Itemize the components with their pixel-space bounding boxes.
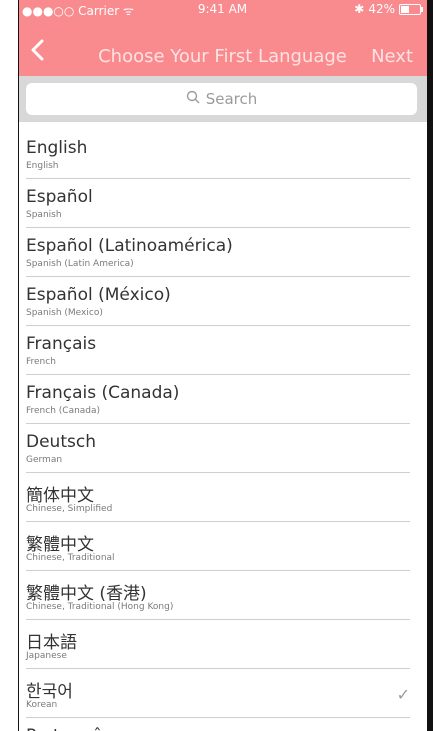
- header: ●●●○○ Carrier ᯤ 9:41 AM ✱ 42% Choose You…: [18, 0, 427, 76]
- language-name: 繁體中文: [26, 535, 94, 555]
- language-english-name: Japanese: [26, 651, 67, 661]
- language-item[interactable]: Español (Latinoamérica) Spanish (Latin Am…: [26, 228, 410, 277]
- language-name: Português: [26, 726, 111, 731]
- language-english-name: Chinese, Traditional: [26, 553, 115, 563]
- language-name: 繁體中文 (香港): [26, 584, 147, 604]
- language-item[interactable]: Español (México) Spanish (Mexico): [26, 277, 410, 326]
- language-name: Español (Latinoamérica): [26, 236, 233, 256]
- left-margin: [0, 0, 18, 731]
- language-english-name: English: [26, 161, 59, 171]
- search-area: Search: [18, 76, 427, 122]
- language-item[interactable]: 한국어 Korean ✓: [26, 669, 410, 718]
- language-english-name: Korean: [26, 700, 58, 710]
- next-button[interactable]: Next: [371, 46, 413, 67]
- language-name: 한국어: [26, 682, 73, 702]
- language-english-name: Spanish: [26, 210, 62, 220]
- language-english-name: Spanish (Mexico): [26, 308, 103, 318]
- battery-area: ✱ 42%: [354, 2, 423, 16]
- language-english-name: Spanish (Latin America): [26, 259, 134, 269]
- language-english-name: Chinese, Simplified: [26, 504, 113, 514]
- language-item[interactable]: 簡体中文 Chinese, Simplified: [26, 473, 410, 522]
- search-placeholder: Search: [205, 90, 258, 108]
- language-item[interactable]: Español Spanish: [26, 179, 410, 228]
- screen: ●●●○○ Carrier ᯤ 9:41 AM ✱ 42% Choose You…: [0, 0, 433, 731]
- language-item[interactable]: English English: [26, 130, 410, 179]
- language-list: English English Español Spanish Español (Lat…: [18, 130, 427, 731]
- language-item[interactable]: Deutsch German: [26, 424, 410, 473]
- language-name: 簡体中文: [26, 486, 94, 506]
- search-input[interactable]: Search: [26, 83, 417, 115]
- language-name: Français: [26, 334, 97, 354]
- language-item[interactable]: 繁體中文 Chinese, Traditional: [26, 522, 410, 571]
- language-item[interactable]: 日本語 Japanese: [26, 620, 410, 669]
- language-name: Español: [26, 187, 93, 207]
- phone-screen: ●●●○○ Carrier ᯤ 9:41 AM ✱ 42% Choose You…: [18, 0, 427, 731]
- battery-icon: [399, 3, 423, 15]
- battery-percent: 42%: [368, 2, 395, 16]
- phone-border: [18, 0, 19, 731]
- language-name: 日本語: [26, 633, 77, 653]
- language-item[interactable]: 繁體中文 (香港) Chinese, Traditional (Hong Kong…: [26, 571, 410, 620]
- language-english-name: French: [26, 357, 56, 367]
- language-name: Español (México): [26, 285, 171, 305]
- navigation-bar: Choose Your First Language Next: [18, 18, 427, 76]
- language-item[interactable]: Français French: [26, 326, 410, 375]
- page-title: Choose Your First Language: [98, 46, 347, 67]
- search-icon: [186, 90, 200, 108]
- language-english-name: French (Canada): [26, 406, 101, 416]
- language-item[interactable]: Português: [26, 718, 410, 731]
- language-item[interactable]: Français (Canada) French (Canada): [26, 375, 410, 424]
- status-bar: ●●●○○ Carrier ᯤ 9:41 AM ✱ 42%: [18, 0, 427, 18]
- language-name: English: [26, 138, 88, 158]
- bluetooth-icon: ✱: [354, 2, 365, 16]
- checkmark-icon: ✓: [396, 685, 410, 704]
- language-name: Deutsch: [26, 432, 96, 452]
- language-english-name: German: [26, 455, 63, 465]
- language-english-name: Chinese, Traditional (Hong Kong): [26, 602, 174, 612]
- phone-border-right: [427, 0, 433, 731]
- language-name: Français (Canada): [26, 383, 180, 403]
